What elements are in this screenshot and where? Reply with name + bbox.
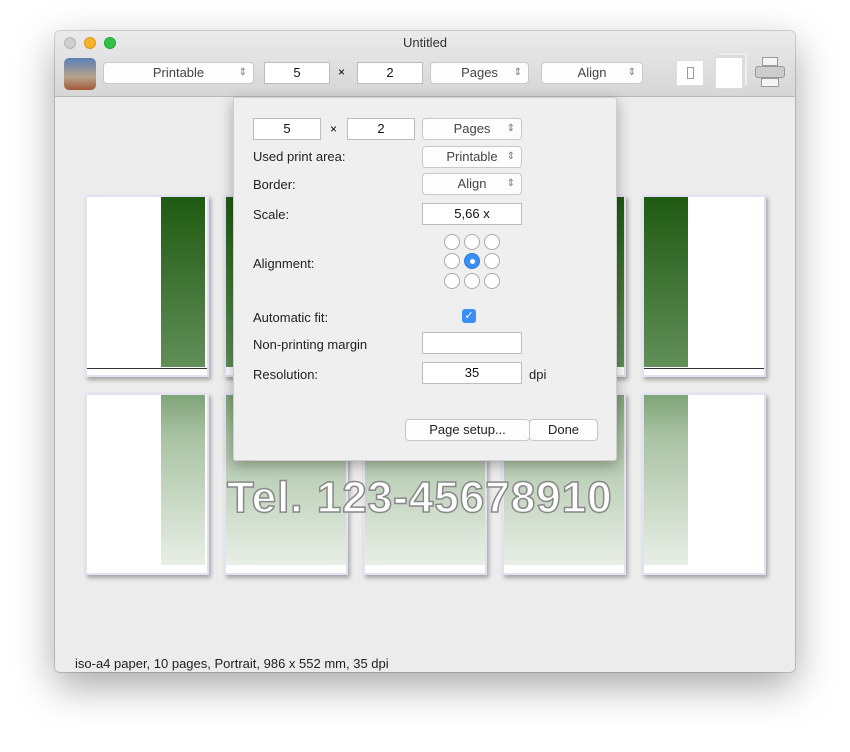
align-center-radio[interactable]: [464, 253, 480, 269]
image-thumbnail-icon[interactable]: [64, 58, 96, 90]
page-setup-button[interactable]: Page setup...: [405, 419, 530, 441]
unit-value: Pages: [453, 121, 491, 136]
unit-select[interactable]: Pages ⇕: [430, 62, 529, 84]
align-middle-right-radio[interactable]: [484, 253, 500, 269]
page-content: [161, 197, 205, 367]
print-area-select[interactable]: Printable ⇕: [103, 62, 254, 84]
page-tile: [642, 195, 766, 377]
status-bar: iso-a4 paper, 10 pages, Portrait, 986 x …: [75, 656, 389, 671]
times-label: ×: [330, 122, 338, 136]
window-title: Untitled: [402, 35, 448, 50]
rows-input[interactable]: 2: [347, 118, 415, 140]
columns-input[interactable]: 5: [253, 118, 321, 140]
chevron-updown-icon: ⇕: [506, 151, 515, 162]
border-select[interactable]: Align ⇕: [422, 173, 522, 195]
align-bottom-right-radio[interactable]: [484, 273, 500, 289]
unit-value: Pages: [461, 65, 498, 80]
page-content: [644, 197, 688, 367]
toolbar: Untitled Printable ⇕ 5 × 2 Pages ⇕ Align ⇕: [55, 31, 795, 97]
align-top-center-radio[interactable]: [464, 234, 480, 250]
rows-input[interactable]: 2: [357, 62, 423, 84]
scale-input[interactable]: 5,66 x: [422, 203, 522, 225]
page-content: [161, 395, 205, 565]
resolution-label: Resolution:: [253, 367, 319, 382]
border-label: Border:: [253, 177, 296, 192]
non-printing-margin-input[interactable]: [422, 332, 522, 354]
border-value: Align: [457, 176, 487, 191]
print-area-value: Printable: [152, 65, 205, 80]
page-orientation-icon[interactable]: [676, 60, 704, 86]
alignment-label: Alignment:: [253, 256, 315, 271]
crop-line: [644, 368, 764, 369]
scale-label: Scale:: [253, 207, 290, 222]
align-bottom-center-radio[interactable]: [464, 273, 480, 289]
times-label: ×: [338, 65, 346, 79]
chevron-updown-icon: ⇕: [506, 123, 515, 134]
page-tile: [642, 393, 766, 575]
border-select[interactable]: Align ⇕: [541, 62, 643, 84]
border-value: Align: [577, 65, 607, 80]
automatic-fit-checkbox[interactable]: ✓: [462, 309, 476, 323]
chevron-updown-icon: ⇕: [238, 67, 247, 78]
page-tile: [85, 195, 209, 377]
unit-select[interactable]: Pages ⇕: [422, 118, 522, 140]
dpi-label: dpi: [529, 367, 547, 382]
poster-text: Tel. 123-45678910: [226, 472, 613, 523]
chevron-updown-icon: ⇕: [513, 67, 522, 78]
chevron-updown-icon: ⇕: [627, 67, 636, 78]
columns-input[interactable]: 5: [264, 62, 330, 84]
pages-icon[interactable]: [715, 57, 743, 89]
align-top-left-radio[interactable]: [444, 234, 460, 250]
used-print-area-select[interactable]: Printable ⇕: [422, 146, 522, 168]
chevron-updown-icon: ⇕: [506, 178, 515, 189]
page-tile: [85, 393, 209, 575]
page-content: [644, 395, 688, 565]
crop-line: [87, 368, 207, 369]
align-middle-left-radio[interactable]: [444, 253, 460, 269]
printer-icon[interactable]: [755, 57, 785, 89]
non-printing-margin-label: Non-printing margin: [253, 337, 368, 352]
align-top-right-radio[interactable]: [484, 234, 500, 250]
align-bottom-left-radio[interactable]: [444, 273, 460, 289]
used-print-area-label: Used print area:: [253, 149, 346, 164]
layout-popover: 5 × 2 Pages ⇕ Used print area: Printable ⇕…: [233, 97, 617, 461]
done-button[interactable]: Done: [529, 419, 598, 441]
resolution-input[interactable]: 35: [422, 362, 522, 384]
used-print-area-value: Printable: [446, 149, 498, 164]
automatic-fit-label: Automatic fit:: [253, 310, 329, 325]
